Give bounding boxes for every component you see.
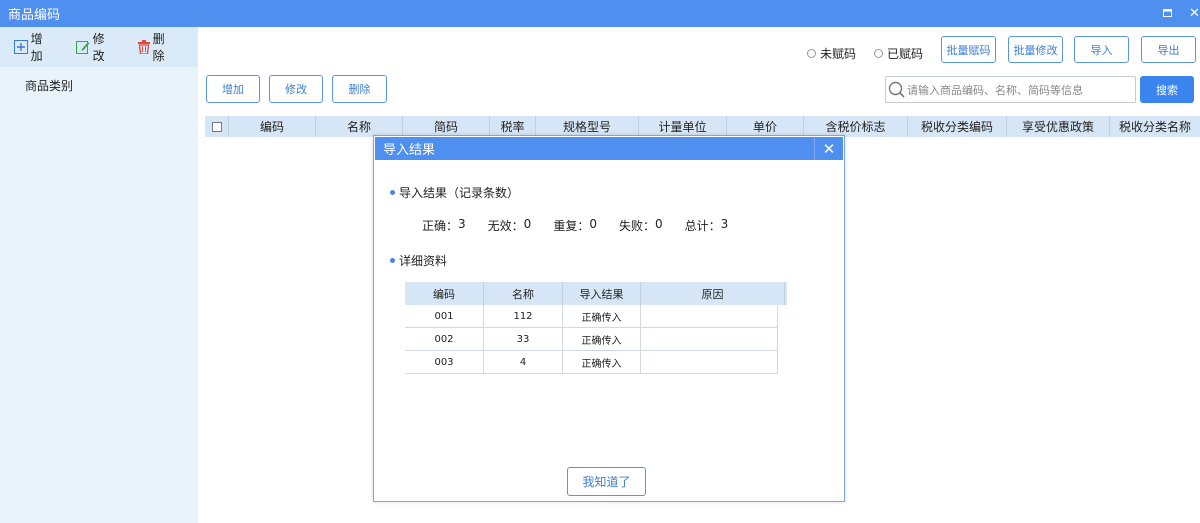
select-all-checkbox[interactable]: [205, 116, 229, 137]
detail-table: 编码 名称 导入结果 原因 001 112 正确传入 002 33 正确传入 0…: [405, 282, 787, 374]
table-row: 002 33 正确传入: [405, 328, 778, 351]
search-input[interactable]: 请输入商品编码、名称、简码等信息: [885, 76, 1136, 103]
maximize-button[interactable]: [1158, 4, 1176, 22]
dialog-header: 导入结果 ✕: [375, 137, 843, 160]
cell-name: 112: [484, 305, 563, 327]
export-button[interactable]: 导出: [1141, 36, 1196, 63]
section-summary-title: 导入结果（记录条数）: [390, 184, 519, 201]
detail-column-header: 导入结果: [563, 282, 641, 305]
close-icon: ✕: [1189, 5, 1200, 21]
delete-button[interactable]: 删除: [332, 75, 387, 103]
table-header: 编码 名称 简码 税率 规格型号 计量单位 单价 含税价标志 税收分类编码 享受…: [205, 116, 1200, 137]
stat-failed: 失败： 0: [618, 217, 663, 233]
window-title: 商品编码: [8, 8, 61, 23]
stat-total: 总计： 3: [684, 217, 729, 233]
filter-coded-radio[interactable]: 已赋码: [874, 45, 923, 62]
import-result-dialog: 导入结果 ✕ 导入结果（记录条数） 正确： 3 无效： 0 重复： 0 失败： 0 总计…: [373, 135, 845, 502]
result-stats: 正确： 3 无效： 0 重复： 0 失败： 0 总计： 3: [422, 217, 750, 234]
cell-code: 001: [405, 305, 484, 327]
cell-result: 正确传入: [563, 328, 641, 350]
column-header[interactable]: 单价: [727, 116, 804, 137]
trash-icon: [137, 40, 150, 54]
dialog-close-button[interactable]: ✕: [814, 137, 843, 160]
sidebar-edit-button[interactable]: 修改: [75, 30, 116, 64]
cell-code: 003: [405, 351, 484, 373]
table-row: 003 4 正确传入: [405, 351, 778, 374]
detail-table-header: 编码 名称 导入结果 原因: [405, 282, 787, 305]
sidebar-delete-button[interactable]: 删除: [137, 30, 176, 64]
cell-reason: [641, 328, 778, 350]
edit-button[interactable]: 修改: [269, 75, 323, 103]
maximize-icon: [1162, 9, 1172, 17]
column-header[interactable]: 含税价标志: [804, 116, 908, 137]
cell-result: 正确传入: [563, 305, 641, 327]
column-header[interactable]: 享受优惠政策: [1007, 116, 1110, 137]
filter-uncoded-radio[interactable]: 未赋码: [807, 45, 856, 62]
cell-reason: [641, 305, 778, 327]
bullet-icon: [390, 190, 395, 195]
dialog-title: 导入结果: [383, 143, 436, 158]
column-header[interactable]: 名称: [316, 116, 403, 137]
radio-circle-icon: [807, 49, 816, 58]
add-button[interactable]: 增加: [206, 75, 260, 103]
sidebar-toolbar: 增加 修改 删除: [0, 27, 198, 67]
acknowledge-button[interactable]: 我知道了: [567, 467, 646, 496]
column-header[interactable]: 计量单位: [639, 116, 727, 137]
column-header[interactable]: 编码: [229, 116, 316, 137]
cell-result: 正确传入: [563, 351, 641, 373]
column-header[interactable]: 税收分类名称: [1110, 116, 1200, 137]
sidebar: 增加 修改 删除 商品类别: [0, 27, 198, 523]
radio-circle-icon: [874, 49, 883, 58]
column-header[interactable]: 税收分类编码: [908, 116, 1007, 137]
close-icon: ✕: [822, 139, 836, 158]
plus-box-icon: [14, 40, 28, 54]
batch-edit-button[interactable]: 批量修改: [1008, 36, 1063, 63]
cell-name: 4: [484, 351, 563, 373]
cell-reason: [641, 351, 778, 373]
column-header[interactable]: 规格型号: [536, 116, 639, 137]
import-button[interactable]: 导入: [1074, 36, 1129, 63]
title-bar: 商品编码 ✕: [0, 0, 1200, 27]
table-row: 001 112 正确传入: [405, 305, 778, 328]
stat-duplicate: 重复： 0: [553, 217, 597, 233]
close-window-button[interactable]: ✕: [1189, 4, 1200, 22]
edit-icon: [75, 41, 90, 54]
cell-code: 002: [405, 328, 484, 350]
bullet-icon: [390, 258, 395, 263]
search-icon: [888, 81, 905, 98]
stat-invalid: 无效： 0: [487, 217, 532, 233]
checkbox-icon: [211, 121, 222, 132]
search-placeholder: 请输入商品编码、名称、简码等信息: [907, 83, 1083, 97]
detail-column-header: 名称: [484, 282, 563, 305]
sidebar-add-button[interactable]: 增加: [14, 30, 54, 64]
cell-name: 33: [484, 328, 563, 350]
detail-column-header: 编码: [405, 282, 484, 305]
category-tree-root[interactable]: 商品类别: [25, 77, 198, 94]
section-detail-title: 详细资料: [390, 252, 447, 269]
column-header[interactable]: 简码: [403, 116, 490, 137]
column-header[interactable]: 税率: [490, 116, 536, 137]
search-button[interactable]: 搜索: [1140, 76, 1194, 103]
batch-code-button[interactable]: 批量赋码: [941, 36, 996, 63]
detail-column-header: 原因: [641, 282, 785, 305]
stat-correct: 正确： 3: [422, 217, 466, 233]
